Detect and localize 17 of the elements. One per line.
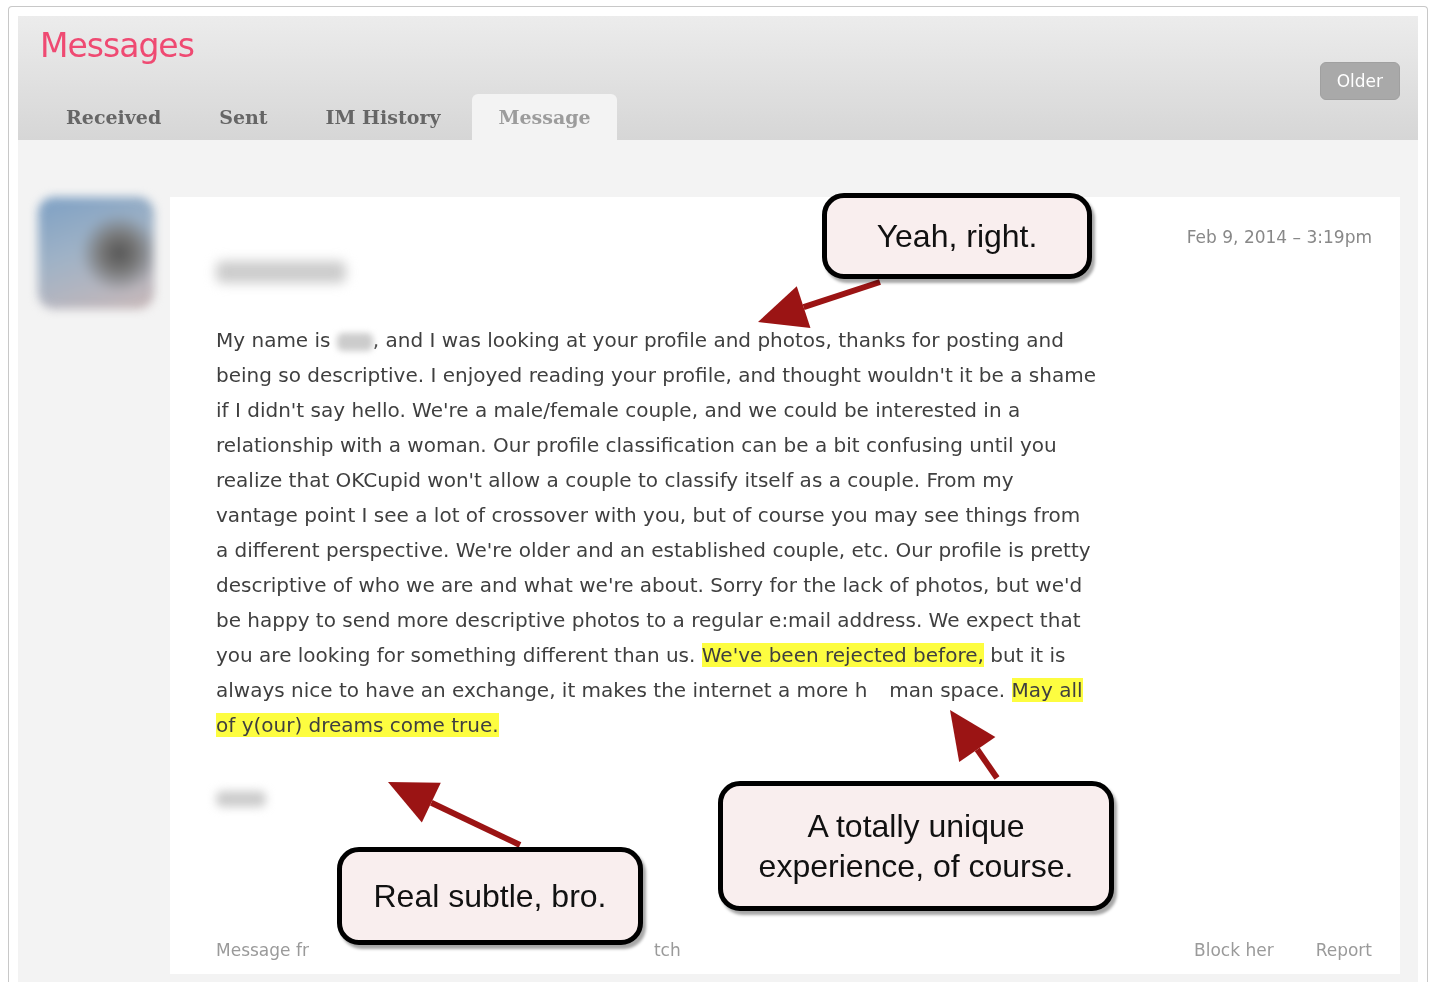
redacted-signature <box>216 791 266 807</box>
message-date: Feb 9, 2014 – 3:19pm <box>1186 227 1372 247</box>
arrow <box>950 710 1000 780</box>
tab[interactable]: IM History <box>299 94 467 140</box>
action-link[interactable]: Block her <box>1194 940 1274 960</box>
tab[interactable]: Message <box>472 94 617 140</box>
tab[interactable]: Sent <box>193 94 294 140</box>
callout: A totally unique experience, of course. <box>718 781 1114 911</box>
older-button[interactable]: Older <box>1319 62 1400 100</box>
callout: Real subtle, bro. <box>337 847 643 945</box>
callout: Yeah, right. <box>822 193 1092 279</box>
footer-text: tch <box>653 940 681 960</box>
message-text: My name is , and I was looking at your profile and photos, thanks for posting and being so descriptive. I enjoyed reading your profile, and thought wouldn't it be a shame if I didn't say hello. We're a male/female couple, and we could be interested in a relationship with a woman. Our profile classification can be a bit confusing until you realize that OKCupid won't allow a couple to classify itself as a couple. From my vantage point I see a lot of crossover with you, but of course you may see things from a different perspective. We're older and an established couple, etc. Our profile is pretty descriptive of who we are and what we're about. Sorry for the lack of photos, but we'd be happy to send more descriptive photos to a regular e:mail address. We expect that you are looking for something different than us. We've been rejected before, but it is always nice to have an exchange, it makes the internet a more h man space. May all of y(our) dreams come true. <box>216 327 1096 739</box>
footer-text: Message fr <box>216 940 309 960</box>
action-link[interactable]: Report <box>1315 940 1372 960</box>
tab[interactable]: Received <box>40 94 188 140</box>
page-title: Messages <box>40 26 194 65</box>
